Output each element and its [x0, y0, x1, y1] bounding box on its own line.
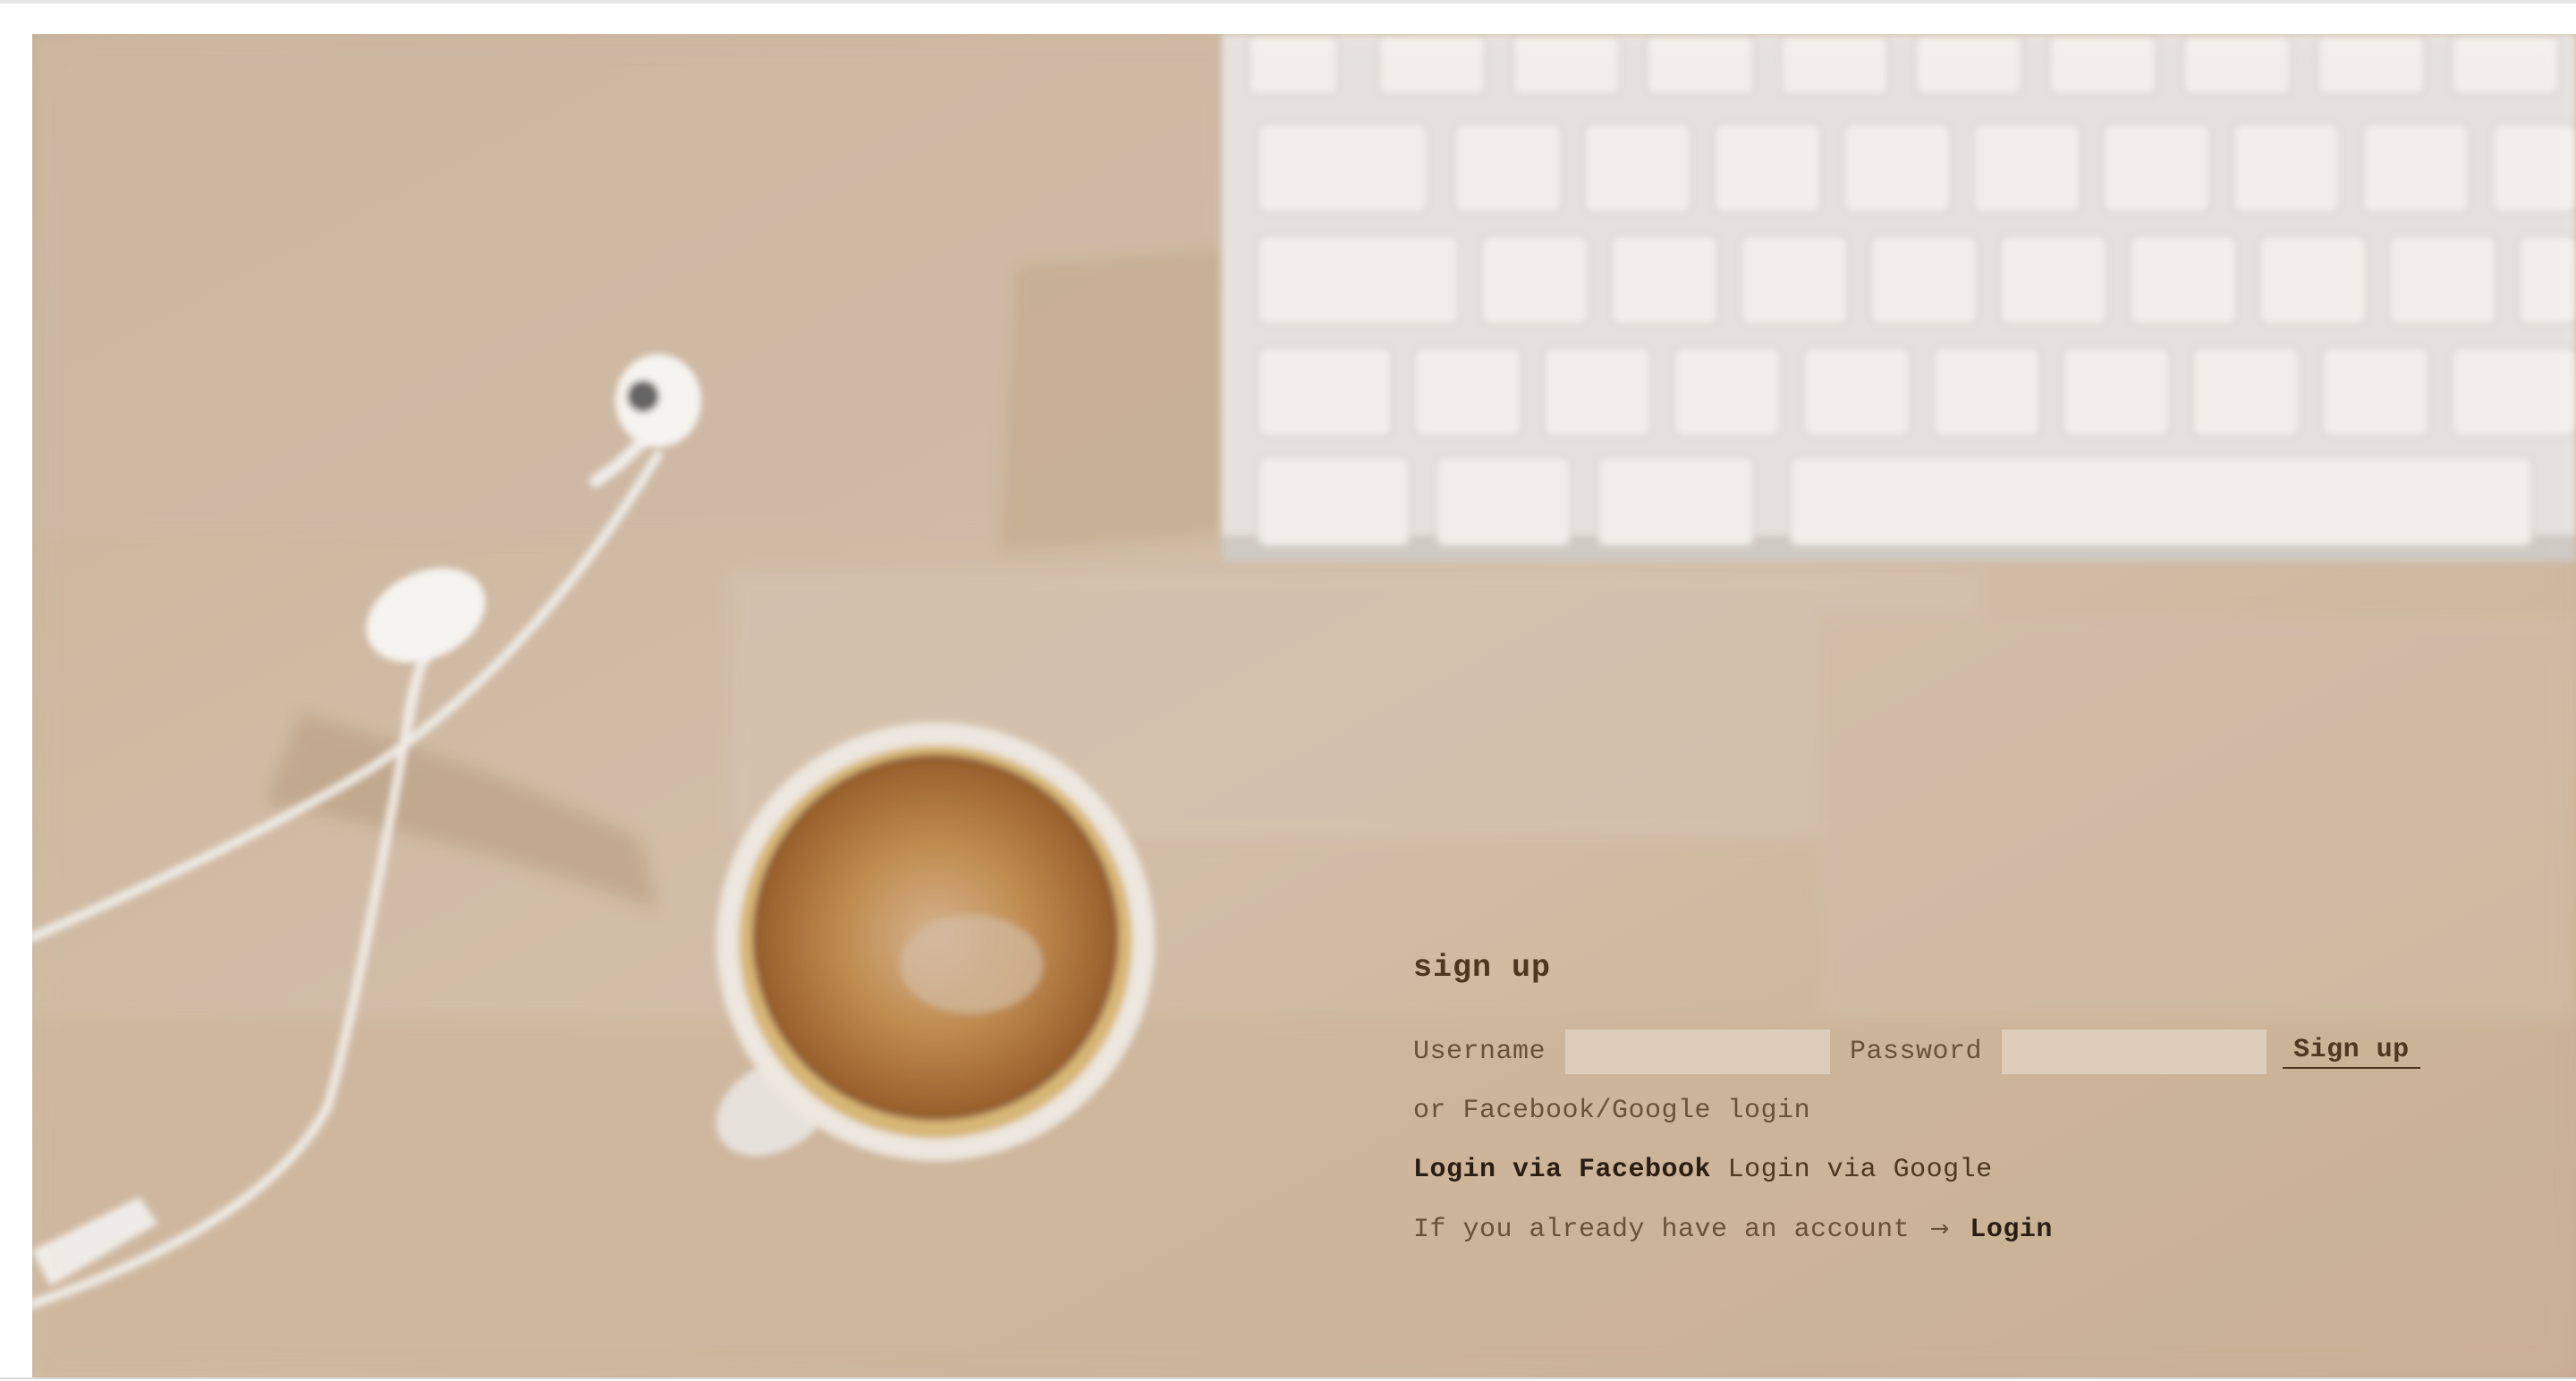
right-arrow-icon: →: [1929, 1216, 1950, 1242]
username-input[interactable]: [1565, 1029, 1831, 1074]
top-divider: [0, 0, 2576, 4]
social-intro: or Facebook/Google login: [1413, 1096, 1811, 1126]
existing-account-text: If you already have an account: [1413, 1215, 1911, 1245]
signup-form: Username Password Sign up: [1413, 1023, 2504, 1080]
signup-button[interactable]: Sign up: [2283, 1035, 2420, 1069]
username-label: Username: [1413, 1037, 1546, 1067]
login-link[interactable]: Login: [1970, 1215, 2053, 1245]
password-input[interactable]: [2002, 1029, 2267, 1074]
social-login-row: Login via Facebook Login via Google: [1413, 1150, 2504, 1190]
facebook-login-link[interactable]: Login via Facebook: [1413, 1155, 1711, 1185]
google-login-link[interactable]: Login via Google: [1728, 1155, 1993, 1185]
signup-panel: sign up Username Password Sign up or Fac…: [1413, 939, 2504, 1268]
existing-account-row: If you already have an account → Login: [1413, 1209, 2504, 1249]
page-title: sign up: [1413, 950, 1552, 986]
password-label: Password: [1850, 1037, 1983, 1067]
bottom-divider: [0, 1377, 2576, 1379]
